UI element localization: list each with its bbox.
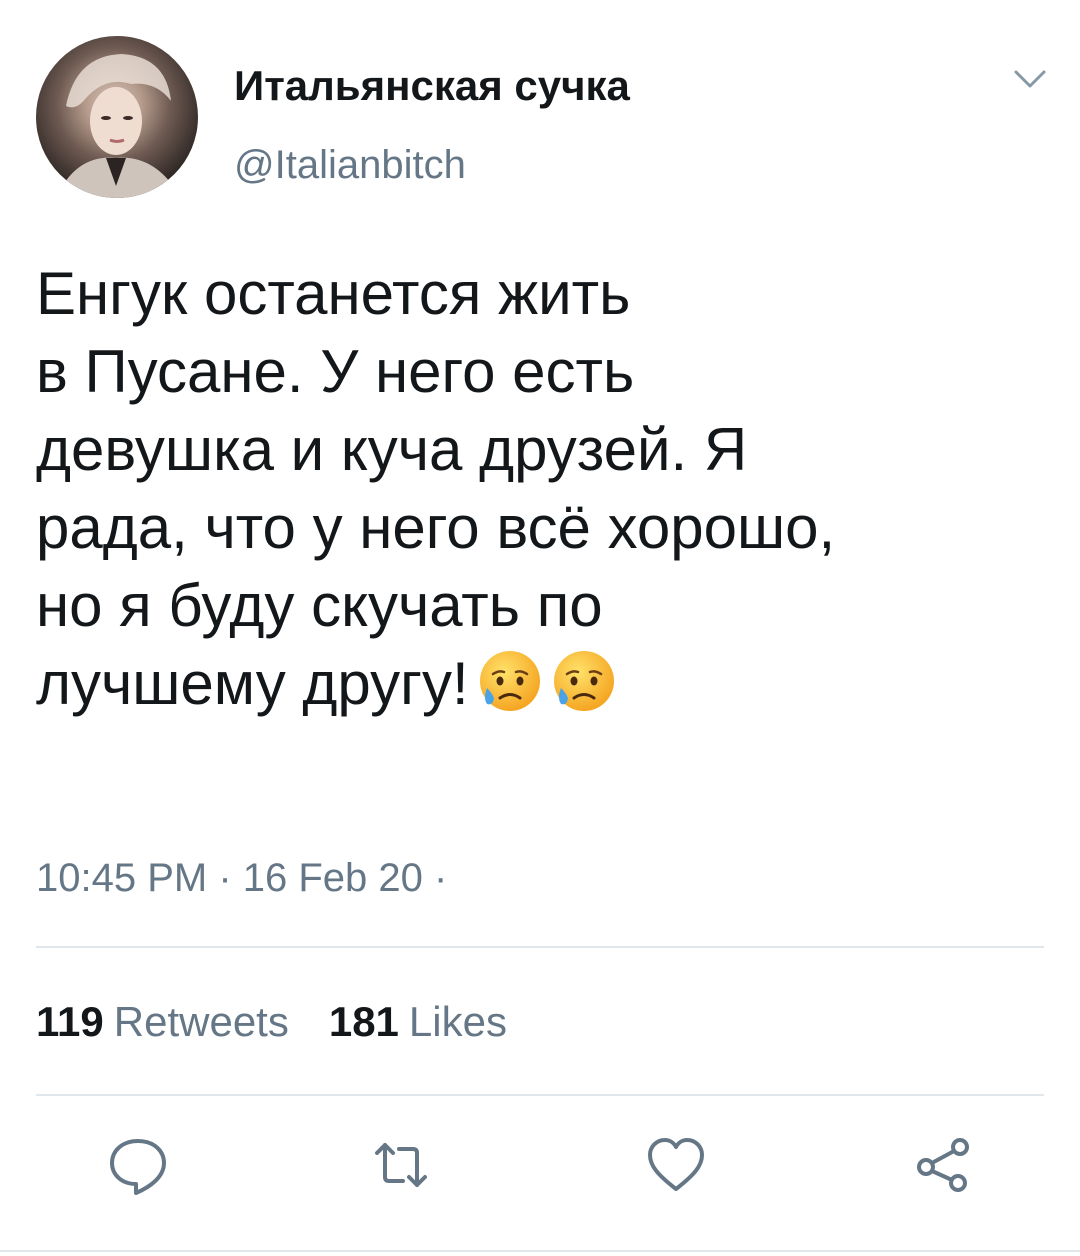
likes-label: Likes <box>408 998 507 1045</box>
likes-stat[interactable]: 181 Likes <box>329 998 507 1045</box>
retweet-icon[interactable] <box>369 1133 433 1197</box>
likes-count: 181 <box>328 998 399 1045</box>
profile-photo-icon <box>56 54 181 198</box>
like-icon[interactable] <box>644 1133 708 1197</box>
display-name[interactable]: Итальянская сучка <box>234 62 630 110</box>
tweet-text: Енгук останется жить в Пусане. У него ес… <box>36 255 1051 723</box>
retweets-stat[interactable]: 119 Retweets <box>36 998 289 1045</box>
tweet-timestamp[interactable]: 10:45 PM · 16 Feb 20 · <box>36 856 447 901</box>
divider <box>36 1094 1044 1096</box>
sad-relieved-emoji-icon <box>477 648 543 714</box>
reply-icon[interactable] <box>106 1133 170 1197</box>
sad-relieved-emoji-icon <box>551 648 617 714</box>
avatar[interactable] <box>36 36 198 198</box>
chevron-down-icon[interactable] <box>1010 64 1050 94</box>
divider <box>36 946 1044 948</box>
retweets-label: Retweets <box>113 998 289 1045</box>
divider <box>0 1250 1080 1252</box>
share-icon[interactable] <box>912 1133 976 1197</box>
tweet-body: Енгук останется жить в Пусане. У него ес… <box>36 260 836 717</box>
user-handle[interactable]: @Italianbitch <box>234 143 466 188</box>
tweet-stats: 119 Retweets 181 Likes <box>36 998 507 1046</box>
retweets-count: 119 <box>36 998 104 1045</box>
